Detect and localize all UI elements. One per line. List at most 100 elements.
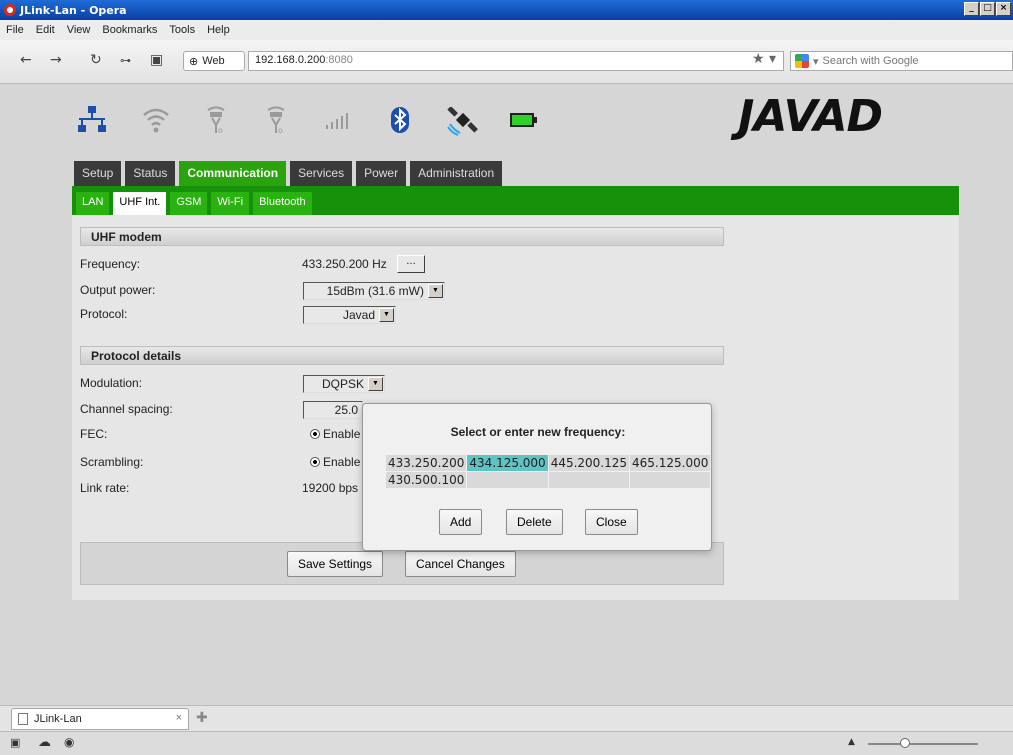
speed-dial-icon[interactable]: ◉ bbox=[64, 735, 74, 749]
zoom-up-icon[interactable]: ▲ bbox=[848, 737, 855, 747]
frequency-cell-selected[interactable]: 434.125.000 bbox=[466, 454, 549, 472]
main-tabs: Setup Status Communication Services Powe… bbox=[74, 161, 503, 186]
cloud-icon[interactable]: ☁ bbox=[38, 735, 51, 750]
menu-file[interactable]: File bbox=[0, 24, 30, 36]
section-protocol-details: Protocol details bbox=[80, 346, 724, 365]
channel-spacing-label: Channel spacing: bbox=[80, 402, 173, 416]
globe-icon: ⊕ bbox=[189, 55, 199, 68]
menu-bookmarks[interactable]: Bookmarks bbox=[96, 24, 163, 36]
frequency-label: Frequency: bbox=[80, 257, 141, 271]
zoom-slider[interactable] bbox=[868, 738, 978, 748]
forward-icon[interactable]: → bbox=[50, 52, 62, 68]
modulation-select[interactable]: DQPSK ▼ bbox=[303, 375, 385, 393]
frequency-cell[interactable] bbox=[466, 471, 549, 489]
frequency-cell[interactable]: 445.200.125 bbox=[547, 454, 631, 472]
link-rate-label: Link rate: bbox=[80, 481, 130, 495]
modem-icon: o bbox=[267, 106, 285, 135]
radio-selected-icon bbox=[310, 429, 320, 439]
maximize-button[interactable]: □ bbox=[980, 2, 995, 16]
tab-power[interactable]: Power bbox=[356, 161, 407, 186]
google-icon[interactable] bbox=[795, 54, 809, 68]
tab-setup[interactable]: Setup bbox=[74, 161, 122, 186]
opera-icon bbox=[4, 4, 16, 16]
new-tab-icon[interactable]: ✚ bbox=[196, 710, 208, 726]
minimize-button[interactable]: _ bbox=[964, 2, 979, 16]
page-icon bbox=[18, 713, 28, 725]
chevron-down-icon: ▼ bbox=[428, 284, 443, 298]
tab-status[interactable]: Status bbox=[125, 161, 176, 186]
javad-logo: JAVAD bbox=[738, 91, 883, 142]
frequency-value: 433.250.200 Hz bbox=[302, 257, 387, 271]
save-settings-button[interactable]: Save Settings bbox=[287, 551, 384, 577]
search-dropdown-icon[interactable]: ▾ bbox=[813, 55, 819, 68]
subtab-wifi[interactable]: Wi-Fi bbox=[211, 192, 250, 215]
radio-selected-icon bbox=[310, 457, 320, 467]
svg-text:o: o bbox=[278, 126, 283, 135]
window-controls: _ □ × bbox=[964, 2, 1011, 16]
scrambling-enable-radio[interactable]: Enable bbox=[310, 455, 360, 469]
device-status-header: o o JAVAD bbox=[0, 85, 1013, 150]
output-power-select[interactable]: 15dBm (31.6 mW) ▼ bbox=[303, 282, 445, 300]
protocol-select[interactable]: Javad ▼ bbox=[303, 306, 396, 324]
panel-toggle-icon[interactable]: ▣ bbox=[10, 736, 20, 749]
svg-text:o: o bbox=[218, 126, 223, 135]
frequency-cell[interactable]: 430.500.100 bbox=[384, 471, 468, 489]
close-dialog-button[interactable]: Close bbox=[585, 509, 638, 535]
image-toggle-icon[interactable]: ▣ bbox=[150, 52, 163, 68]
scrambling-label: Scrambling: bbox=[80, 455, 144, 469]
reload-icon[interactable]: ↻ bbox=[90, 52, 102, 68]
subtab-bluetooth[interactable]: Bluetooth bbox=[253, 192, 312, 215]
network-icon bbox=[78, 106, 106, 132]
menu-tools[interactable]: Tools bbox=[163, 24, 201, 36]
link-rate-value: 19200 bps bbox=[302, 481, 359, 495]
frequency-picker-button[interactable]: ... bbox=[397, 255, 425, 273]
chevron-down-icon: ▼ bbox=[368, 377, 383, 391]
cancel-changes-button[interactable]: Cancel Changes bbox=[405, 551, 516, 577]
browser-tab[interactable]: JLink-Lan × bbox=[11, 708, 189, 730]
menu-help[interactable]: Help bbox=[201, 24, 236, 36]
subtab-uhf-int[interactable]: UHF Int. bbox=[113, 192, 167, 215]
frequency-cell[interactable]: 433.250.200 bbox=[384, 454, 468, 472]
modem-icon: o bbox=[207, 106, 225, 135]
subtab-lan[interactable]: LAN bbox=[76, 192, 110, 215]
bluetooth-icon bbox=[391, 107, 409, 133]
signal-icon bbox=[326, 113, 348, 129]
sub-tabs-bar: LAN UHF Int. GSM Wi-Fi Bluetooth bbox=[72, 186, 959, 215]
back-icon[interactable]: ← bbox=[20, 52, 32, 68]
wifi-icon bbox=[143, 108, 169, 133]
frequency-dialog: Select or enter new frequency: 433.250.2… bbox=[362, 403, 712, 551]
delete-frequency-button[interactable]: Delete bbox=[506, 509, 563, 535]
search-input[interactable]: ▾ Search with Google bbox=[790, 51, 1013, 71]
battery-icon bbox=[510, 113, 537, 127]
frequency-grid: 433.250.200 434.125.000 445.200.125 465.… bbox=[384, 454, 712, 489]
dialog-title: Select or enter new frequency: bbox=[450, 425, 626, 439]
menu-bar: File Edit View Bookmarks Tools Help bbox=[0, 20, 1013, 40]
subtab-gsm[interactable]: GSM bbox=[170, 192, 208, 215]
fec-enable-radio[interactable]: Enable bbox=[310, 427, 360, 441]
close-window-button[interactable]: × bbox=[996, 2, 1011, 16]
add-frequency-button[interactable]: Add bbox=[439, 509, 483, 535]
chevron-down-icon: ▼ bbox=[379, 308, 394, 322]
address-input[interactable]: 192.168.0.200:8080 bbox=[248, 51, 784, 71]
close-tab-icon[interactable]: × bbox=[176, 712, 182, 724]
protocol-label: Protocol: bbox=[80, 307, 128, 321]
frequency-cell[interactable]: 465.125.000 bbox=[629, 454, 712, 472]
tab-services[interactable]: Services bbox=[290, 161, 353, 186]
site-info-badge[interactable]: ⊕ Web bbox=[183, 51, 245, 71]
tab-communication[interactable]: Communication bbox=[179, 161, 287, 186]
frequency-cell[interactable] bbox=[629, 471, 712, 489]
output-power-label: Output power: bbox=[80, 283, 156, 297]
tab-administration[interactable]: Administration bbox=[410, 161, 503, 186]
window-titlebar: JLink-Lan - Opera _ □ × bbox=[0, 0, 1013, 20]
channel-spacing-select[interactable]: 25.0 bbox=[303, 401, 363, 419]
menu-view[interactable]: View bbox=[61, 24, 97, 36]
fec-label: FEC: bbox=[80, 427, 108, 441]
key-icon[interactable]: ⊶ bbox=[120, 54, 131, 67]
bookmark-star-icon[interactable]: ★ ▾ bbox=[752, 51, 776, 67]
window-title: JLink-Lan - Opera bbox=[20, 3, 127, 17]
menu-edit[interactable]: Edit bbox=[30, 24, 61, 36]
zoom-slider-handle[interactable] bbox=[900, 738, 910, 748]
status-bar: ▣ ☁ ◉ ▲ bbox=[0, 731, 1013, 755]
section-uhf-modem: UHF modem bbox=[80, 227, 724, 246]
frequency-cell[interactable] bbox=[547, 471, 631, 489]
